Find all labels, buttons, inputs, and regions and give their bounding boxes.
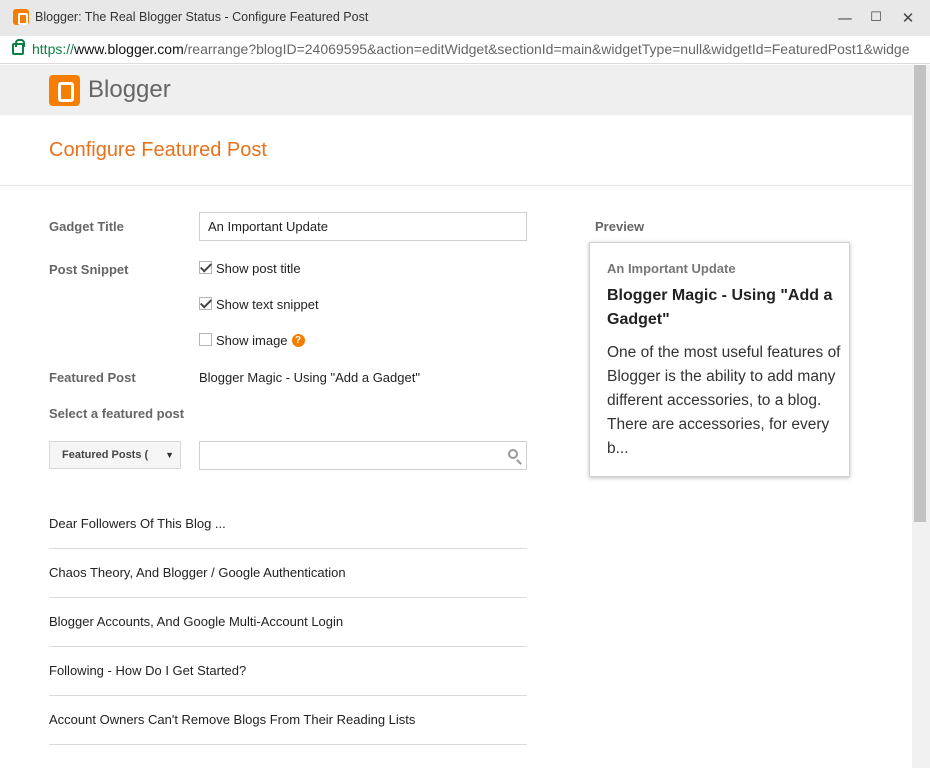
search-icon[interactable] (508, 449, 518, 459)
dropdown-arrow-icon: ▼ (165, 450, 174, 460)
page-title: Configure Featured Post (49, 139, 267, 161)
post-search-input[interactable] (199, 441, 527, 470)
lock-icon (12, 39, 25, 55)
select-featured-post-label: Select a featured post (49, 406, 185, 421)
minimize-button[interactable]: — (832, 6, 858, 30)
help-icon[interactable]: ? (291, 334, 305, 347)
preview-card: An Important Update Blogger Magic - Usin… (589, 242, 850, 477)
blogger-logo-icon (49, 75, 80, 106)
window-title: Blogger: The Real Blogger Status - Confi… (35, 10, 369, 24)
vertical-scrollbar[interactable] (912, 65, 930, 768)
title-bar: Blogger: The Real Blogger Status - Confi… (0, 0, 930, 36)
gadget-title-input[interactable] (199, 212, 527, 241)
list-item[interactable]: Chaos Theory, And Blogger / Google Authe… (49, 549, 527, 598)
preview-snippet: One of the most useful features of Blogg… (607, 344, 841, 457)
url-text[interactable]: https://www.blogger.com/rearrange?blogID… (32, 41, 910, 57)
brand-name: Blogger (88, 76, 171, 103)
address-bar[interactable]: https://www.blogger.com/rearrange?blogID… (0, 36, 930, 64)
post-filter-select[interactable]: Featured Posts ( ▼ (49, 441, 181, 469)
preview-label: Preview (595, 219, 645, 234)
maximize-button[interactable]: ☐ (863, 6, 889, 30)
show-text-snippet-checkbox[interactable] (199, 297, 212, 310)
list-item[interactable]: Following - How Do I Get Started? (49, 647, 527, 696)
blogger-favicon-icon (13, 9, 29, 25)
post-snippet-label: Post Snippet (49, 262, 129, 277)
preview-gadget-title: An Important Update (607, 261, 736, 276)
divider (0, 185, 912, 186)
page-content: Blogger Configure Featured Post Gadget T… (0, 65, 912, 768)
gadget-title-label: Gadget Title (49, 219, 124, 234)
scrollbar-thumb[interactable] (914, 65, 926, 522)
preview-post-title: Blogger Magic - Using "Add a Gadget" (607, 287, 833, 328)
show-image-checkbox[interactable] (199, 333, 212, 346)
list-item[interactable]: Account Owners Can't Remove Blogs From T… (49, 696, 527, 745)
list-item[interactable]: Dear Followers Of This Blog ... (49, 500, 527, 549)
browser-window: Blogger: The Real Blogger Status - Confi… (0, 0, 930, 768)
show-post-title-checkbox[interactable] (199, 261, 212, 274)
featured-post-value: Blogger Magic - Using "Add a Gadget" (199, 370, 420, 385)
blogger-header: Blogger (0, 65, 912, 115)
list-item[interactable]: Blogger Accounts, And Google Multi-Accou… (49, 598, 527, 647)
featured-post-label: Featured Post (49, 370, 136, 385)
close-button[interactable]: ✕ (895, 6, 921, 30)
post-list: Dear Followers Of This Blog ... Chaos Th… (49, 500, 527, 745)
